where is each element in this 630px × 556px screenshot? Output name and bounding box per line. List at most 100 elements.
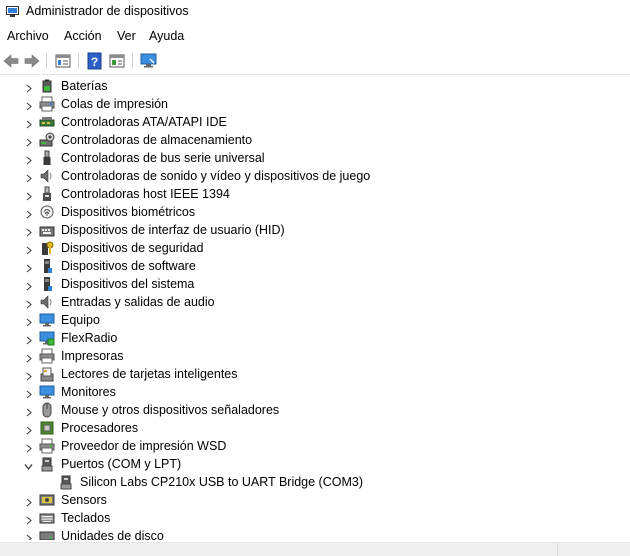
menu-accion[interactable]: Acción <box>64 28 102 44</box>
chevron-right-icon[interactable] <box>25 262 33 273</box>
tree-node[interactable]: Dispositivos biométricos <box>0 203 630 221</box>
keyboard-icon <box>39 510 55 526</box>
tree-node[interactable]: Unidades de disco <box>0 527 630 540</box>
help-icon[interactable]: ? <box>86 52 104 70</box>
chevron-right-icon[interactable] <box>25 244 33 255</box>
storage-controller-icon <box>39 132 55 148</box>
tree-node-label: Monitores <box>61 385 116 399</box>
tree-node-label: Controladoras host IEEE 1394 <box>61 187 230 201</box>
forward-icon[interactable] <box>23 52 41 70</box>
horizontal-scrollbar[interactable] <box>0 542 630 556</box>
tree-node[interactable]: Controladoras ATA/ATAPI IDE <box>0 113 630 131</box>
back-icon[interactable] <box>2 52 20 70</box>
disk-drive-icon <box>39 528 55 540</box>
chevron-right-icon[interactable] <box>25 118 33 129</box>
firewire-icon <box>39 186 55 202</box>
properties-icon[interactable] <box>54 52 72 70</box>
tree-node-label: Dispositivos de software <box>61 259 196 273</box>
chevron-right-icon[interactable] <box>25 424 33 435</box>
tree-node[interactable]: Sensors <box>0 491 630 509</box>
battery-icon <box>39 78 55 94</box>
tree-node[interactable]: Proveedor de impresión WSD <box>0 437 630 455</box>
toolbar-separator <box>132 53 133 69</box>
tree-node-label: Controladoras de sonido y vídeo y dispos… <box>61 169 371 183</box>
chevron-right-icon[interactable] <box>25 352 33 363</box>
tree-node[interactable]: Mouse y otros dispositivos señaladores <box>0 401 630 419</box>
tree-node-label: Dispositivos biométricos <box>61 205 196 219</box>
tree-node-label: Controladoras ATA/ATAPI IDE <box>61 115 227 129</box>
title-bar: Administrador de dispositivos <box>0 0 630 24</box>
tree-node-label: Colas de impresión <box>61 97 168 111</box>
chevron-down-icon[interactable] <box>24 460 33 471</box>
tree-node[interactable]: Controladoras de bus serie universal <box>0 149 630 167</box>
menu-ver[interactable]: Ver <box>117 28 136 44</box>
chevron-right-icon[interactable] <box>25 136 33 147</box>
system-device-icon <box>39 276 55 292</box>
view-icon[interactable] <box>108 52 126 70</box>
menu-ayuda[interactable]: Ayuda <box>149 28 184 44</box>
tree-node-label: Lectores de tarjetas inteligentes <box>61 367 238 381</box>
toolbar: ? <box>0 48 630 75</box>
chevron-right-icon[interactable] <box>25 406 33 417</box>
wsd-printer-icon <box>39 438 55 454</box>
chevron-right-icon[interactable] <box>25 316 33 327</box>
toolbar-separator <box>46 53 47 69</box>
tree-node[interactable]: Dispositivos de seguridad <box>0 239 630 257</box>
chevron-right-icon[interactable] <box>25 100 33 111</box>
tree-child-node[interactable]: Silicon Labs CP210x USB to UART Bridge (… <box>0 473 630 491</box>
tree-node[interactable]: Teclados <box>0 509 630 527</box>
chevron-right-icon[interactable] <box>25 172 33 183</box>
tree-node[interactable]: FlexRadio <box>0 329 630 347</box>
chevron-right-icon[interactable] <box>25 496 33 507</box>
tree-node-label: Unidades de disco <box>61 529 164 540</box>
chevron-right-icon[interactable] <box>25 208 33 219</box>
chevron-right-icon[interactable] <box>25 154 33 165</box>
chevron-right-icon[interactable] <box>25 532 33 540</box>
chevron-right-icon[interactable] <box>25 334 33 345</box>
tree-node[interactable]: Controladoras host IEEE 1394 <box>0 185 630 203</box>
chevron-right-icon[interactable] <box>25 514 33 525</box>
tree-node-label: FlexRadio <box>61 331 118 345</box>
window-title: Administrador de dispositivos <box>26 4 189 18</box>
chevron-right-icon[interactable] <box>25 190 33 201</box>
device-tree: Baterías Colas de impresión Controladoras … <box>0 77 630 540</box>
chevron-right-icon[interactable] <box>25 388 33 399</box>
chevron-right-icon[interactable] <box>25 442 33 453</box>
monitor-scan-icon[interactable] <box>140 52 158 70</box>
tree-node-label: Procesadores <box>61 421 139 435</box>
menu-bar: Archivo Acción Ver Ayuda <box>0 26 630 46</box>
tree-node-label: Controladoras de almacenamiento <box>61 133 253 147</box>
tree-node[interactable]: Lectores de tarjetas inteligentes <box>0 365 630 383</box>
tree-node[interactable]: Equipo <box>0 311 630 329</box>
tree-node[interactable]: Dispositivos del sistema <box>0 275 630 293</box>
tree-node[interactable]: Dispositivos de interfaz de usuario (HID… <box>0 221 630 239</box>
tree-node[interactable]: Baterías <box>0 77 630 95</box>
tree-node[interactable]: Impresoras <box>0 347 630 365</box>
chevron-right-icon[interactable] <box>25 82 33 93</box>
tree-node-label: Equipo <box>61 313 100 327</box>
tree-node-label: Puertos (COM y LPT) <box>61 457 182 471</box>
printer-queue-icon <box>39 96 55 112</box>
tree-node[interactable]: Entradas y salidas de audio <box>0 293 630 311</box>
tree-node[interactable]: Controladoras de almacenamiento <box>0 131 630 149</box>
chevron-right-icon[interactable] <box>25 226 33 237</box>
hid-icon <box>39 222 55 238</box>
chevron-right-icon[interactable] <box>25 280 33 291</box>
tree-node[interactable]: Colas de impresión <box>0 95 630 113</box>
tree-node[interactable]: Monitores <box>0 383 630 401</box>
tree-node-label: Impresoras <box>61 349 124 363</box>
chevron-right-icon[interactable] <box>25 370 33 381</box>
security-key-icon <box>39 240 55 256</box>
sensor-icon <box>39 492 55 508</box>
audio-io-icon <box>39 294 55 310</box>
chevron-right-icon[interactable] <box>25 298 33 309</box>
tree-node[interactable]: Dispositivos de software <box>0 257 630 275</box>
software-device-icon <box>39 258 55 274</box>
tree-node-label: Dispositivos de interfaz de usuario (HID… <box>61 223 285 237</box>
tree-node[interactable]: Controladoras de sonido y vídeo y dispos… <box>0 167 630 185</box>
tree-node-label: Dispositivos del sistema <box>61 277 195 291</box>
tree-node[interactable]: Puertos (COM y LPT) <box>0 455 630 473</box>
tree-node-label: Baterías <box>61 79 108 93</box>
menu-archivo[interactable]: Archivo <box>7 28 49 44</box>
tree-node[interactable]: Procesadores <box>0 419 630 437</box>
